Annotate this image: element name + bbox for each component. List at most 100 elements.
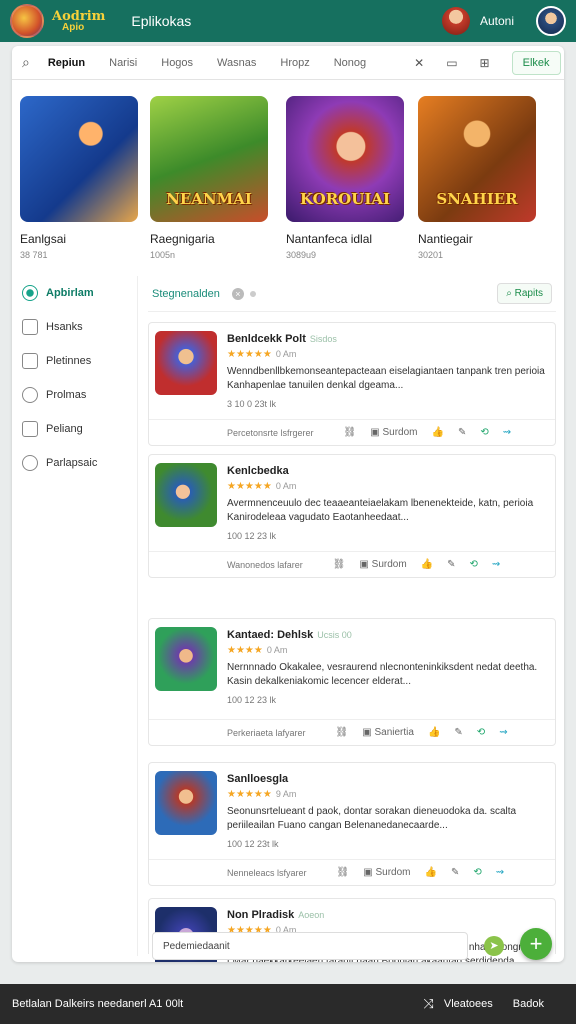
- sidebar-item-parlapsaic[interactable]: Parlapsaic: [12, 446, 137, 480]
- add-button[interactable]: +: [520, 928, 552, 960]
- search-icon[interactable]: ⌕: [22, 54, 30, 71]
- review-title-text: Benldcekk Polt: [227, 333, 306, 345]
- rating-count: 0 Am: [266, 645, 288, 655]
- clear-filter-icon[interactable]: ×: [231, 287, 244, 300]
- edit-icon[interactable]: ✎: [454, 727, 462, 738]
- filter-button[interactable]: ⌕ Rapits: [497, 283, 552, 304]
- featured-card[interactable]: KOROUIAI Nantanfeca idlal 3089u9: [286, 96, 408, 260]
- share-icon[interactable]: ⟲: [480, 427, 488, 438]
- featured-card[interactable]: Eanlgsai 38 781: [20, 96, 142, 260]
- bookmark-icon[interactable]: ▣ Surdom: [370, 427, 417, 438]
- featured-card[interactable]: SNAHIER Nantiegair 30201: [418, 96, 540, 260]
- featured-title: Raegnigaria: [150, 232, 215, 246]
- sidebar-item-pletinnes[interactable]: Pletinnes: [12, 344, 137, 378]
- sidebar-item-prolmas[interactable]: Prolmas: [12, 378, 137, 412]
- bookmark-icon[interactable]: ▣ Surdom: [359, 559, 406, 570]
- review-footer: Perkeriaeta lafyarer ⛓ ▣ Saniertia 👍 ✎ ⟲…: [149, 719, 555, 745]
- edit-icon[interactable]: ✎: [451, 867, 459, 878]
- sidebar-item-apbirlam[interactable]: Apbirlam: [12, 276, 137, 310]
- tab-wasnas[interactable]: Wasnas: [217, 57, 256, 69]
- folder-icon[interactable]: ▭: [446, 56, 457, 70]
- edit-icon[interactable]: ✎: [458, 427, 466, 438]
- featured-card[interactable]: NEANMAI Raegnigaria 1005n: [150, 96, 272, 260]
- review-thumbnail[interactable]: [155, 771, 217, 835]
- featured-sub: 38 781: [20, 250, 48, 260]
- tab-nonog[interactable]: Nonog: [334, 57, 366, 69]
- user-name[interactable]: Autoni: [480, 14, 514, 28]
- featured-carousel: Eanlgsai 38 781 NEANMAI Raegnigaria 1005…: [20, 96, 564, 276]
- forward-icon[interactable]: ⇝: [492, 559, 500, 570]
- review-date: 100 12 23 lk: [227, 531, 277, 541]
- link-icon[interactable]: ⛓: [344, 427, 357, 438]
- tab-hogos[interactable]: Hogos: [161, 57, 193, 69]
- brand-subname: Apio: [62, 21, 85, 33]
- tab-action-button[interactable]: Elkek: [511, 50, 561, 75]
- user-avatar[interactable]: [441, 7, 470, 35]
- review-card[interactable]: Benldcekk Polt Sisdos ★★★★★ 0 Am Wenndbenl…: [148, 322, 556, 446]
- sidebar-item-peliang[interactable]: Peliang: [12, 412, 137, 446]
- forward-icon[interactable]: ⇝: [499, 727, 507, 738]
- review-card[interactable]: Sanlloesgla ★★★★★ 9 Am Seonunsrtelueant d…: [148, 762, 556, 886]
- thumbs-up-icon[interactable]: 👍: [421, 559, 433, 570]
- edit-icon[interactable]: ✎: [447, 559, 455, 570]
- featured-sub: 3089u9: [286, 250, 317, 260]
- document-icon: [22, 353, 38, 369]
- bottom-item-1[interactable]: Vleatoees: [444, 998, 493, 1010]
- send-icon[interactable]: ➤: [484, 936, 504, 956]
- tab-narisi[interactable]: Narisi: [109, 57, 137, 69]
- bookmark-icon[interactable]: ▣ Surdom: [363, 867, 410, 878]
- comment-input[interactable]: Pedemiedaanit: [152, 932, 468, 960]
- review-thumbnail[interactable]: [155, 331, 217, 395]
- grid-icon[interactable]: ⊞: [480, 56, 490, 70]
- review-footer: Wanonedos lafarer ⛓ ▣ Surdom 👍 ✎ ⟲ ⇝: [149, 551, 555, 577]
- review-subtitle: Ucsis 00: [317, 630, 352, 640]
- review-card[interactable]: Kantaed: Dehlsk Ucsis 00 ★★★★ 0 Am Nernnna…: [148, 618, 556, 746]
- share-icon[interactable]: ⟲: [473, 867, 481, 878]
- share-icon[interactable]: ⟲: [477, 727, 485, 738]
- app-logo-icon[interactable]: [10, 4, 44, 38]
- review-footer-label: Percetonsrte lsfrgerer: [227, 427, 314, 438]
- bottom-item-2[interactable]: Badok: [513, 998, 544, 1010]
- thumbs-up-icon[interactable]: 👍: [432, 427, 444, 438]
- featured-thumbnail[interactable]: SNAHIER: [418, 96, 536, 222]
- close-icon[interactable]: ✕: [414, 56, 424, 70]
- featured-thumbnail[interactable]: KOROUIAI: [286, 96, 404, 222]
- brand-name: Aodrim: [52, 8, 106, 24]
- share-icon[interactable]: ⟲: [470, 559, 478, 570]
- review-card[interactable]: Kenlcbedka ★★★★★ 0 Am Avermnenceuulo dec …: [148, 454, 556, 578]
- filter-bar: Stegnenalden × ⌕ Rapits: [148, 276, 556, 312]
- link-icon[interactable]: ⛓: [333, 559, 346, 570]
- link-icon[interactable]: ⛓: [336, 727, 349, 738]
- box-icon: [22, 319, 38, 335]
- sidebar-item-label: Peliang: [46, 423, 83, 435]
- featured-title: Nantanfeca idlal: [286, 232, 373, 246]
- review-text: Wenndbenllbkemonseantepacteaan eiselagia…: [227, 366, 545, 391]
- review-title: Kenlcbedka: [227, 465, 293, 477]
- sidebar-item-hsanks[interactable]: Hsanks: [12, 310, 137, 344]
- review-thumbnail[interactable]: [155, 627, 217, 691]
- review-feed: Stegnenalden × ⌕ Rapits Benldcekk Polt Si…: [148, 276, 556, 962]
- tab-hropz[interactable]: Hropz: [280, 57, 309, 69]
- rating-count: 9 Am: [275, 789, 297, 799]
- thumbs-up-icon[interactable]: 👍: [425, 867, 437, 878]
- forward-icon[interactable]: ⇝: [496, 867, 504, 878]
- review-action-label: Surdom: [382, 427, 418, 438]
- link-icon[interactable]: ⛓: [337, 867, 350, 878]
- profile-avatar[interactable]: [536, 6, 566, 36]
- featured-thumbnail[interactable]: NEANMAI: [150, 96, 268, 222]
- shuffle-icon[interactable]: ⤨: [423, 996, 433, 1012]
- review-title: Non Plradisk Aoeon: [227, 909, 324, 921]
- forward-icon[interactable]: ⇝: [503, 427, 511, 438]
- tab-repiun[interactable]: Repiun: [48, 57, 85, 69]
- featured-thumbnail[interactable]: [20, 96, 138, 222]
- thumbs-up-icon[interactable]: 👍: [428, 727, 440, 738]
- review-action-label: Saniertia: [374, 727, 414, 738]
- stars: ★★★★★: [227, 789, 272, 800]
- radio-icon: [22, 285, 38, 301]
- filter-label[interactable]: Stegnenalden: [152, 288, 220, 300]
- star-rating: ★★★★ 0 Am: [227, 645, 287, 656]
- review-thumbnail[interactable]: [155, 463, 217, 527]
- bookmark-icon[interactable]: ▣ Saniertia: [362, 727, 414, 738]
- bottom-bar: Betlalan Dalkeirs needanerl A1 00lt ⤨ Vl…: [0, 984, 576, 1024]
- review-title: Benldcekk Polt Sisdos: [227, 333, 337, 345]
